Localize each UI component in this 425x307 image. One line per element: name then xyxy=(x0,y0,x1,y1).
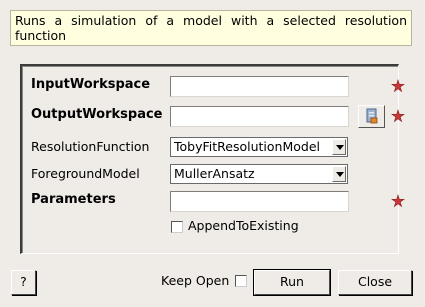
foreground-model-select[interactable]: MullerAnsatz xyxy=(170,164,348,184)
input-workspace-label: InputWorkspace xyxy=(31,77,151,92)
resolution-function-select[interactable]: TobyFitResolutionModel xyxy=(170,137,348,157)
foreground-model-label: ForegroundModel xyxy=(31,166,140,181)
workspace-browse-icon xyxy=(366,108,378,124)
input-workspace-field[interactable] xyxy=(170,76,349,97)
resolution-function-value: TobyFitResolutionModel xyxy=(174,139,320,154)
parameters-label: Parameters xyxy=(31,192,116,207)
run-button[interactable]: Run xyxy=(253,269,331,296)
keep-open-checkbox[interactable] xyxy=(235,275,247,287)
append-to-existing-label: AppendToExisting xyxy=(188,218,299,233)
append-to-existing-checkbox[interactable] xyxy=(171,221,183,233)
keep-open-label: Keep Open xyxy=(161,273,230,288)
chevron-down-icon xyxy=(332,166,346,182)
resolution-function-label: ResolutionFunction xyxy=(31,139,150,154)
foreground-model-value: MullerAnsatz xyxy=(174,166,255,181)
parameters-field[interactable] xyxy=(170,191,349,212)
algorithm-description: Runs a simulation of a model with a sele… xyxy=(10,10,412,46)
chevron-down-icon xyxy=(332,139,346,155)
required-star-icon xyxy=(391,109,405,123)
required-star-icon xyxy=(391,194,405,208)
help-button[interactable]: ? xyxy=(11,270,36,295)
workspace-browse-button[interactable] xyxy=(358,105,385,128)
output-workspace-label: OutputWorkspace xyxy=(31,107,163,122)
close-button[interactable]: Close xyxy=(338,270,412,295)
required-star-icon xyxy=(391,79,405,93)
output-workspace-field[interactable] xyxy=(170,106,349,127)
